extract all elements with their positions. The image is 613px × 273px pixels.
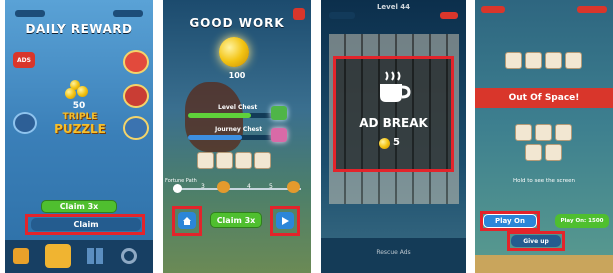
play-on-cost-button[interactable]: Play On: 1500 (555, 214, 609, 228)
fortune-path-step: 3 (201, 183, 205, 190)
out-of-space-banner: Out Of Space! (475, 88, 613, 108)
fortune-path-step: 4 (247, 183, 251, 190)
level-chest-icon (271, 106, 287, 120)
puzzle-tile (525, 144, 542, 161)
top-status-bar (15, 10, 143, 18)
puzzle-tile (216, 152, 233, 169)
logo-line-1: TRIPLE (62, 112, 98, 122)
good-work-screen: GOOD WORK 100 Level Chest Journey Chest … (163, 0, 311, 273)
out-of-space-title: Out Of Space! (508, 93, 580, 103)
journey-chest-progress (188, 135, 278, 140)
puzzle-tile (555, 124, 572, 141)
bottom-label: Rescue Ads (376, 249, 411, 256)
earned-coin-amount: 100 (228, 71, 246, 80)
chest-icon (287, 181, 300, 193)
coin-icon (77, 86, 88, 97)
bottom-nav-bar (5, 240, 153, 273)
triple-puzzle-logo: TRIPLE PUZZLE (45, 112, 115, 144)
bottom-bar: Rescue Ads (321, 238, 466, 273)
journey-chest-icon (271, 128, 287, 142)
hold-hint-text: Hold to see the screen (513, 178, 575, 184)
daily-reward-title: DAILY REWARD (25, 22, 133, 36)
journey-chest-label: Journey Chest (215, 126, 263, 133)
claim-3x-button[interactable]: Claim 3x (210, 212, 262, 228)
shop-icon[interactable] (13, 248, 29, 264)
chest-icon (217, 181, 230, 193)
puzzle-tile (197, 152, 214, 169)
highlight-box (172, 206, 202, 236)
highlight-box (25, 214, 145, 235)
grid-icon[interactable] (87, 248, 103, 264)
coin-icon (219, 37, 249, 67)
highlight-box (507, 231, 565, 251)
highlight-box (270, 206, 300, 236)
puzzle-tile (545, 144, 562, 161)
puzzle-tile (505, 52, 522, 69)
level-chest-progress (188, 113, 278, 118)
puzzle-tile (565, 52, 582, 69)
out-of-space-screen: Out Of Space! Hold to see the screen Pla… (475, 0, 613, 273)
top-status-bar (329, 12, 458, 20)
highlight-box (333, 56, 454, 172)
reward-item-icon (123, 116, 149, 140)
claim-3x-button[interactable]: Claim 3x (41, 200, 117, 213)
ads-badge-icon[interactable]: ADS (13, 52, 35, 68)
puzzle-tile (515, 124, 532, 141)
fortune-path-label: Fortune Path (165, 178, 197, 184)
good-work-title: GOOD WORK (189, 16, 285, 30)
fortune-path-marker (173, 184, 182, 193)
bottom-ground (475, 255, 613, 273)
gear-icon[interactable] (121, 248, 137, 264)
fortune-path-step: 5 (269, 183, 273, 190)
coin-icon (65, 88, 76, 99)
daily-reward-screen: DAILY REWARD ADS 50 TRIPLE PUZZLE Claim … (5, 0, 153, 273)
fortune-path-track (173, 188, 301, 190)
puzzle-tile (535, 124, 552, 141)
puzzle-tile (254, 152, 271, 169)
top-status-bar (481, 6, 607, 14)
ad-break-screen: Level 44 AD BREAK 5 Rescue Ads (321, 0, 466, 273)
puzzle-tile (235, 152, 252, 169)
level-chest-label: Level Chest (218, 104, 258, 111)
reward-item-icon (13, 112, 37, 134)
reward-coin-amount: 50 (72, 101, 86, 111)
home-icon[interactable] (45, 244, 71, 268)
highlight-box (480, 211, 540, 231)
puzzle-tile (545, 52, 562, 69)
logo-line-2: PUZZLE (54, 122, 106, 136)
level-label: Level 44 (376, 3, 411, 11)
reward-item-icon (123, 50, 149, 74)
puzzle-tile (525, 52, 542, 69)
